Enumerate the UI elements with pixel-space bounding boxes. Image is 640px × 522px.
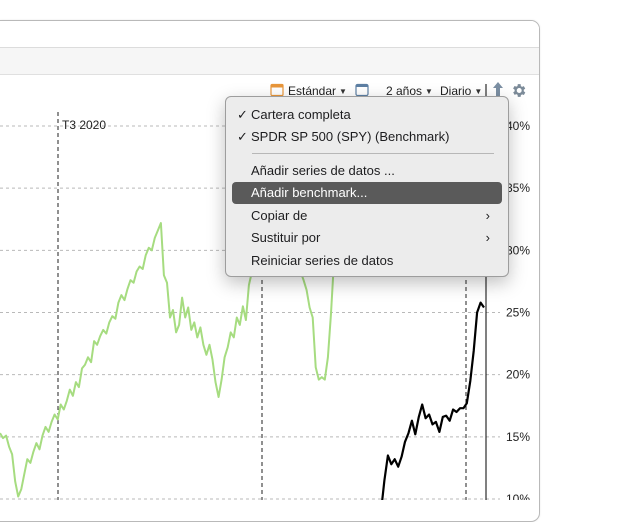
menu-item-reset-data-series[interactable]: Reiniciar series de datos — [232, 250, 502, 272]
y-tick-label: 35% — [506, 181, 530, 195]
menu-item-add-data-series[interactable]: Añadir series de datos ... — [232, 160, 502, 182]
menu-item-add-benchmark[interactable]: Añadir benchmark... — [232, 182, 502, 204]
menu-item-copy-from[interactable]: Copiar de › — [232, 205, 502, 227]
menu-item-label: Sustituir por — [251, 230, 321, 245]
menu-item-full-portfolio[interactable]: ✓ Cartera completa — [232, 104, 502, 126]
menu-item-label: Reiniciar series de datos — [251, 253, 394, 268]
check-icon: ✓ — [237, 107, 248, 122]
y-tick-label: 20% — [506, 368, 530, 382]
y-tick-label: 30% — [506, 243, 530, 257]
chevron-right-icon: › — [485, 230, 490, 245]
menu-item-replace-with[interactable]: Sustituir por › — [232, 227, 502, 249]
menu-item-label: SPDR SP 500 (SPY) (Benchmark) — [251, 129, 450, 144]
y-tick-label: 10% — [506, 492, 530, 500]
period-marker-label: T3 2020 — [62, 118, 106, 132]
series-line-benchmark — [381, 301, 485, 500]
menu-item-label: Copiar de — [251, 208, 308, 223]
menu-item-benchmark-spy[interactable]: ✓ SPDR SP 500 (SPY) (Benchmark) — [232, 126, 502, 148]
y-tick-label: 40% — [506, 119, 530, 133]
menu-item-label: Añadir benchmark... — [251, 185, 368, 200]
y-tick-label: 15% — [506, 430, 530, 444]
check-icon: ✓ — [237, 129, 248, 144]
y-tick-label: 25% — [506, 306, 530, 320]
menu-item-label: Añadir series de datos ... — [251, 163, 395, 178]
menu-item-label: Cartera completa — [251, 107, 351, 122]
chevron-right-icon: › — [485, 208, 490, 223]
menu-separator — [252, 153, 494, 154]
chart-context-menu: ✓ Cartera completa ✓ SPDR SP 500 (SPY) (… — [225, 96, 509, 277]
